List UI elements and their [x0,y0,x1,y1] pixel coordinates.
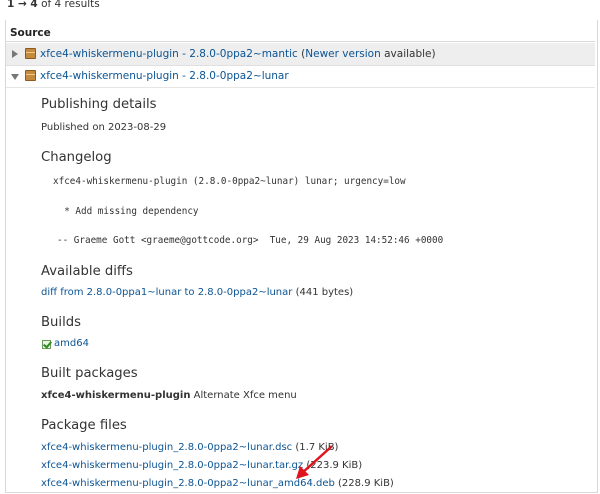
source-link-mantic[interactable]: xfce4-whiskermenu-plugin - 2.8.0-0ppa2~m… [40,48,298,60]
builds-heading: Builds [41,315,81,330]
package-icon [25,48,36,59]
package-file-deb-link[interactable]: xfce4-whiskermenu-plugin_2.8.0-0ppa2~lun… [41,478,335,489]
package-files-heading: Package files [41,418,127,433]
collapse-triangle-icon[interactable] [11,74,19,80]
diff-size: (441 bytes) [295,287,354,298]
list-item: xfce4-whiskermenu-plugin_2.8.0-0ppa2~lun… [41,460,362,471]
list-item: xfce4-whiskermenu-plugin_2.8.0-0ppa2~lun… [41,442,338,453]
results-count: 1 → 4 of 4 results [7,0,100,10]
build-success-icon [42,340,51,349]
results-suffix: of 4 results [41,0,100,10]
expand-triangle-icon[interactable] [12,50,18,58]
changelog-line-1: xfce4-whiskermenu-plugin (2.8.0-0ppa2~lu… [53,176,406,187]
changelog-heading: Changelog [41,150,112,165]
build-amd64-link[interactable]: amd64 [54,338,89,349]
published-date: Published on 2023-08-29 [41,122,167,133]
built-package-desc: Alternate Xfce menu [193,390,297,401]
table-header-source: Source [6,24,595,42]
table-row-mantic[interactable]: xfce4-whiskermenu-plugin - 2.8.0-0ppa2~m… [6,43,595,66]
available-diffs-heading: Available diffs [41,264,133,279]
diff-link[interactable]: diff from 2.8.0-0ppa1~lunar to 2.8.0-0pp… [41,287,292,298]
publishing-heading: Publishing details [41,97,157,112]
changelog-line-3: -- Graeme Gott <graeme@gottcode.org> Tue… [57,235,444,246]
row-note-rest: available) [384,48,436,60]
list-item: xfce4-whiskermenu-plugin_2.8.0-0ppa2~lun… [41,478,394,489]
package-icon [25,70,36,81]
package-file-dsc-link[interactable]: xfce4-whiskermenu-plugin_2.8.0-0ppa2~lun… [41,442,292,453]
built-package-name: xfce4-whiskermenu-plugin [41,390,191,401]
newer-version-link[interactable]: Newer version [305,48,380,60]
package-file-size: (1.7 KiB) [295,442,339,453]
results-range: 1 → 4 [7,0,38,10]
package-file-tar-link[interactable]: xfce4-whiskermenu-plugin_2.8.0-0ppa2~lun… [41,460,303,471]
changelog-line-2: * Add missing dependency [53,206,199,217]
package-file-size: (223.9 KiB) [306,460,363,471]
built-packages-heading: Built packages [41,366,138,381]
source-link-lunar[interactable]: xfce4-whiskermenu-plugin - 2.8.0-0ppa2~l… [40,70,289,82]
table-row-lunar[interactable]: xfce4-whiskermenu-plugin - 2.8.0-0ppa2~l… [6,65,595,88]
package-file-size: (228.9 KiB) [338,478,394,489]
